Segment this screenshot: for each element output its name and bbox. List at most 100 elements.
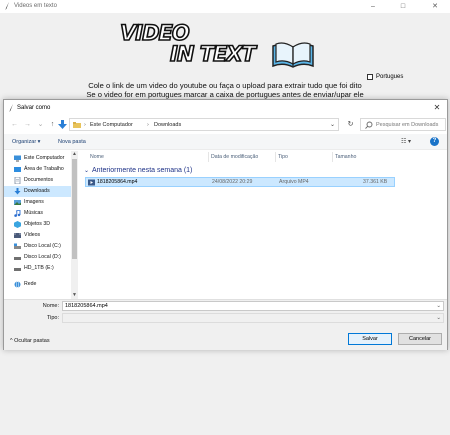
organize-menu-button[interactable]: Organizar ▾ <box>12 138 40 146</box>
file-list: Nome Data de modificação Tipo Tamanho ⌄ … <box>80 151 447 299</box>
scrollbar-thumb[interactable] <box>72 159 77 259</box>
sidebar-item-label: HD_1TB (E:) <box>24 265 54 271</box>
filetype-label: Tipo: <box>46 315 59 321</box>
breadcrumb-this-pc[interactable]: Este Computador <box>90 120 133 130</box>
chevron-up-icon: ^ <box>10 338 13 344</box>
recent-locations-button[interactable]: ⌄ <box>36 119 45 130</box>
breadcrumb-separator: › <box>147 122 149 128</box>
filename-label: Nome: <box>42 303 59 309</box>
sidebar-item-drive-d[interactable]: Disco Local (D:) <box>4 252 71 263</box>
save-button[interactable]: Salvar <box>348 333 392 345</box>
sidebar-item-desktop[interactable]: Área de Trabalho <box>4 164 71 175</box>
navigation-bar: ← → ⌄ ↑ › Este Computador › Downloads ⌄ … <box>4 117 447 133</box>
sidebar-item-drive-e[interactable]: HD_1TB (E:) <box>4 263 71 274</box>
sidebar-item-downloads[interactable]: Downloads <box>4 186 71 197</box>
drive-icon <box>14 243 21 249</box>
chevron-down-icon[interactable]: ⌄ <box>436 314 441 323</box>
instruction-line: Se o video for em portugues marcar a cai… <box>86 90 364 99</box>
help-button[interactable]: ? <box>430 137 439 146</box>
videos-icon <box>14 233 21 238</box>
new-folder-button[interactable]: Nova pasta <box>58 138 86 146</box>
sidebar-item-label: Downloads <box>24 188 50 194</box>
breadcrumb-downloads[interactable]: Downloads <box>154 120 181 130</box>
address-bar[interactable]: › Este Computador › Downloads ⌄ <box>69 118 339 131</box>
breadcrumb-separator: › <box>84 122 86 128</box>
filename-value: 1818205864.mp4 <box>65 303 108 309</box>
sidebar-item-documents[interactable]: Documentos <box>4 175 71 186</box>
music-icon <box>14 210 21 217</box>
column-divider[interactable] <box>332 152 333 162</box>
desktop-icon <box>14 167 21 172</box>
scroll-down-icon[interactable]: ▼ <box>71 292 78 299</box>
command-bar: Organizar ▾ Nova pasta ☷ ▾ ? <box>4 134 447 150</box>
hide-folders-toggle[interactable]: ^ Ocultar pastas <box>10 337 50 345</box>
maximize-button[interactable]: □ <box>392 0 414 13</box>
dialog-titlebar: Salvar como ✕ <box>4 100 447 116</box>
back-button[interactable]: ← <box>10 119 19 130</box>
sidebar-item-label: Disco Local (D:) <box>24 254 61 260</box>
sidebar-item-label: Músicas <box>24 210 44 216</box>
close-button[interactable]: ✕ <box>424 0 446 13</box>
app-titlebar: Videos em texto – □ ✕ <box>0 0 450 13</box>
feather-icon <box>9 104 13 112</box>
file-type: Arquivo MP4 <box>279 179 309 185</box>
logo-video-text: VIDEO <box>119 21 190 45</box>
search-icon <box>365 121 373 129</box>
sidebar-item-videos[interactable]: Vídeos <box>4 230 71 241</box>
chevron-down-icon[interactable]: ⌄ <box>436 302 441 311</box>
save-as-dialog: Salvar como ✕ ← → ⌄ ↑ › Este Computador … <box>3 99 448 350</box>
logo-intext-text: IN TEXT <box>169 42 256 66</box>
portuguese-label: Portugues <box>376 74 404 80</box>
minimize-button[interactable]: – <box>362 0 384 13</box>
sidebar-item-label: Este Computador <box>24 155 65 161</box>
up-button[interactable]: ↑ <box>48 119 57 130</box>
sidebar-item-pictures[interactable]: Imagens <box>4 197 71 208</box>
search-placeholder: Pesquisar em Downloads <box>376 122 439 128</box>
sidebar-item-3d-objects[interactable]: Objetos 3D <box>4 219 71 230</box>
sidebar-item-label: Disco Local (C:) <box>24 243 61 249</box>
column-header-modified[interactable]: Data de modificação <box>211 153 258 161</box>
file-row[interactable]: 1818205864.mp4 24/08/2022 20:29 Arquivo … <box>85 177 395 187</box>
download-icon <box>14 188 21 195</box>
chevron-down-icon[interactable]: ⌄ <box>330 120 335 130</box>
sidebar-item-drive-c[interactable]: Disco Local (C:) <box>4 241 71 252</box>
column-divider[interactable] <box>208 152 209 162</box>
refresh-button[interactable]: ↻ <box>344 118 357 131</box>
app-title: Videos em texto <box>14 3 57 9</box>
sidebar-item-music[interactable]: Músicas <box>4 208 71 219</box>
column-header-name[interactable]: Nome <box>90 153 104 161</box>
file-size: 37.361 KB <box>363 179 388 185</box>
view-options-button[interactable]: ☷ ▾ <box>401 137 417 147</box>
sidebar-item-label: Área de Trabalho <box>24 166 64 172</box>
instruction-line: Cole o link de um video do youtube ou fa… <box>88 81 362 90</box>
objects-3d-icon <box>14 221 21 228</box>
sidebar-item-label: Documentos <box>24 177 54 183</box>
scroll-up-icon[interactable]: ▲ <box>71 151 78 158</box>
sidebar-item-this-pc[interactable]: Este Computador <box>4 153 71 164</box>
navigation-pane-scrollbar[interactable]: ▲ ▼ <box>71 151 78 299</box>
portuguese-checkbox[interactable] <box>367 74 373 80</box>
file-name: 1818205864.mp4 <box>97 179 138 185</box>
forward-button[interactable]: → <box>23 119 32 130</box>
column-header-type[interactable]: Tipo <box>278 153 288 161</box>
sidebar-item-network[interactable]: Rede <box>4 279 71 290</box>
filetype-select[interactable]: ⌄ <box>62 313 444 323</box>
open-book-icon <box>272 42 314 68</box>
filename-field[interactable]: 1818205864.mp4 ⌄ <box>62 301 444 311</box>
dialog-close-button[interactable]: ✕ <box>431 101 443 115</box>
column-divider[interactable] <box>275 152 276 162</box>
hide-folders-label: Ocultar pastas <box>14 338 50 344</box>
chevron-down-icon[interactable]: ⌄ <box>84 166 89 176</box>
sidebar-item-label: Rede <box>24 281 37 287</box>
search-input[interactable]: Pesquisar em Downloads <box>360 118 446 131</box>
dialog-footer: Nome: 1818205864.mp4 ⌄ Tipo: ⌄ ^ Ocultar… <box>4 299 447 350</box>
instructions: Cole o link de um video do youtube ou fa… <box>60 81 390 99</box>
computer-icon <box>14 155 21 162</box>
video-file-icon <box>88 179 95 186</box>
file-modified: 24/08/2022 20:29 <box>212 179 253 185</box>
column-header-size[interactable]: Tamanho <box>335 153 356 161</box>
feather-icon <box>5 2 9 10</box>
cancel-button[interactable]: Cancelar <box>398 333 442 345</box>
sidebar-item-label: Vídeos <box>24 232 41 238</box>
pictures-icon <box>14 200 21 205</box>
